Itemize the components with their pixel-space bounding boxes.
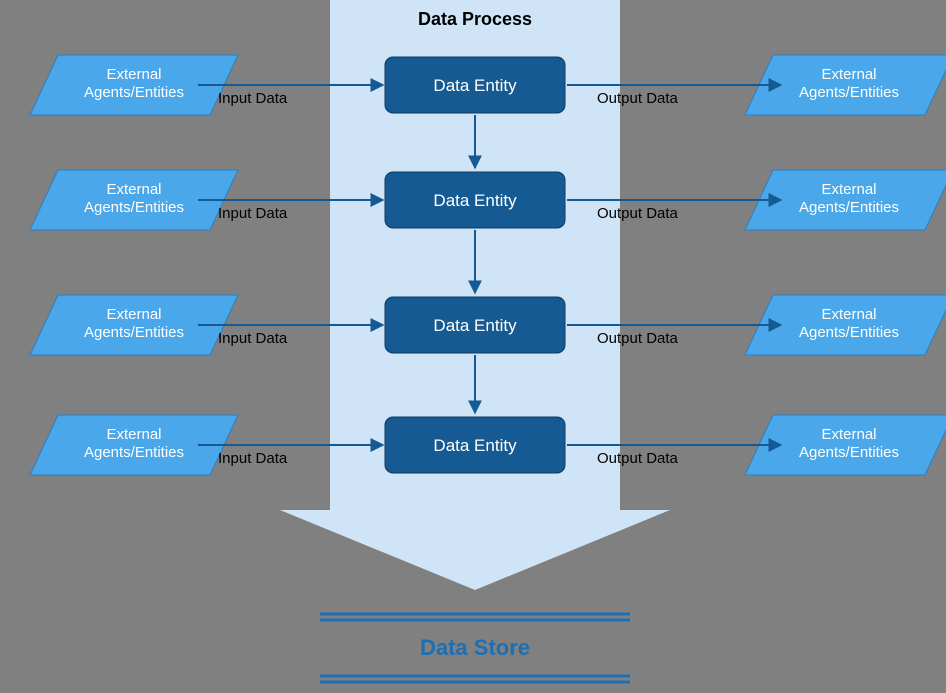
input-label: Input Data [218,205,288,222]
data-entity-label: Data Entity [433,436,517,455]
data-entity-label: Data Entity [433,191,517,210]
output-label: Output Data [597,450,679,467]
diagram-svg: Data Process ExternalAgents/EntitiesExte… [0,0,946,693]
input-label: Input Data [218,90,288,107]
diagram-canvas: Data Process ExternalAgents/EntitiesExte… [0,0,946,693]
output-label: Output Data [597,205,679,222]
data-entity-label: Data Entity [433,76,517,95]
output-label: Output Data [597,90,679,107]
data-store: Data Store [320,614,630,682]
data-entity-label: Data Entity [433,316,517,335]
process-title: Data Process [418,9,532,29]
input-label: Input Data [218,330,288,347]
input-label: Input Data [218,450,288,467]
data-store-label: Data Store [420,635,530,660]
output-label: Output Data [597,330,679,347]
